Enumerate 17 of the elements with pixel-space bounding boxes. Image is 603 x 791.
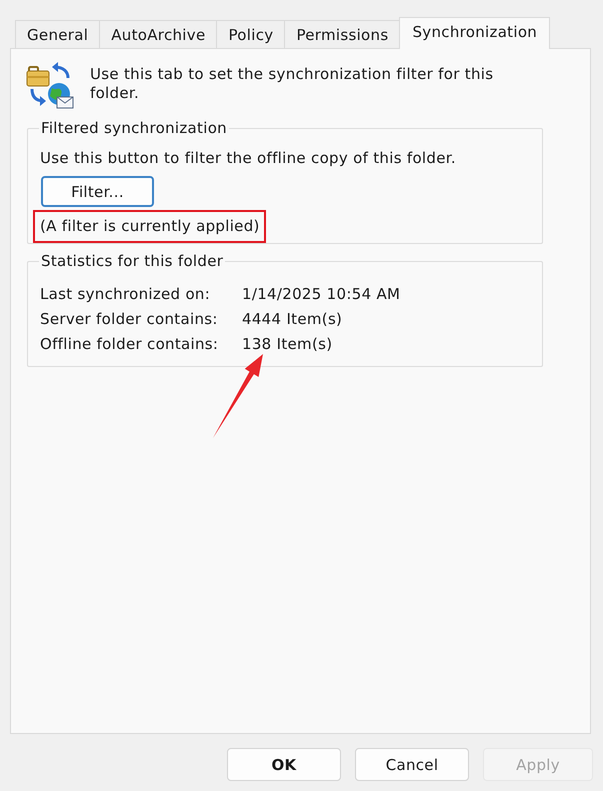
stat-label: Last synchronized on: — [40, 284, 212, 305]
stat-value: 1/14/2025 10:54 AM — [242, 285, 400, 303]
stat-value: 138 Item(s) — [242, 335, 332, 353]
instruction-text: Use this button to filter the offline copy of this folder. — [40, 149, 457, 167]
stat-value: 4444 Item(s) — [242, 310, 342, 328]
stat-label: Server folder contains: — [40, 309, 219, 330]
description-text: Use this tab to set the synchronization filter for this folder. — [90, 65, 494, 103]
filter-button[interactable]: Filter... — [41, 176, 154, 207]
group-title: Filtered synchronization — [40, 119, 228, 137]
tab[interactable]: Synchronization — [399, 17, 550, 49]
dialog-button[interactable]: OK — [227, 748, 341, 781]
group-title: Statistics for this folder — [40, 252, 224, 270]
tab[interactable]: General — [15, 20, 100, 48]
filter-status-text: (A filter is currently applied) — [40, 217, 260, 235]
briefcase-sync-icon — [26, 61, 74, 109]
dialog-button[interactable]: Cancel — [355, 748, 469, 781]
stat-label: Offline folder contains: — [40, 334, 220, 355]
